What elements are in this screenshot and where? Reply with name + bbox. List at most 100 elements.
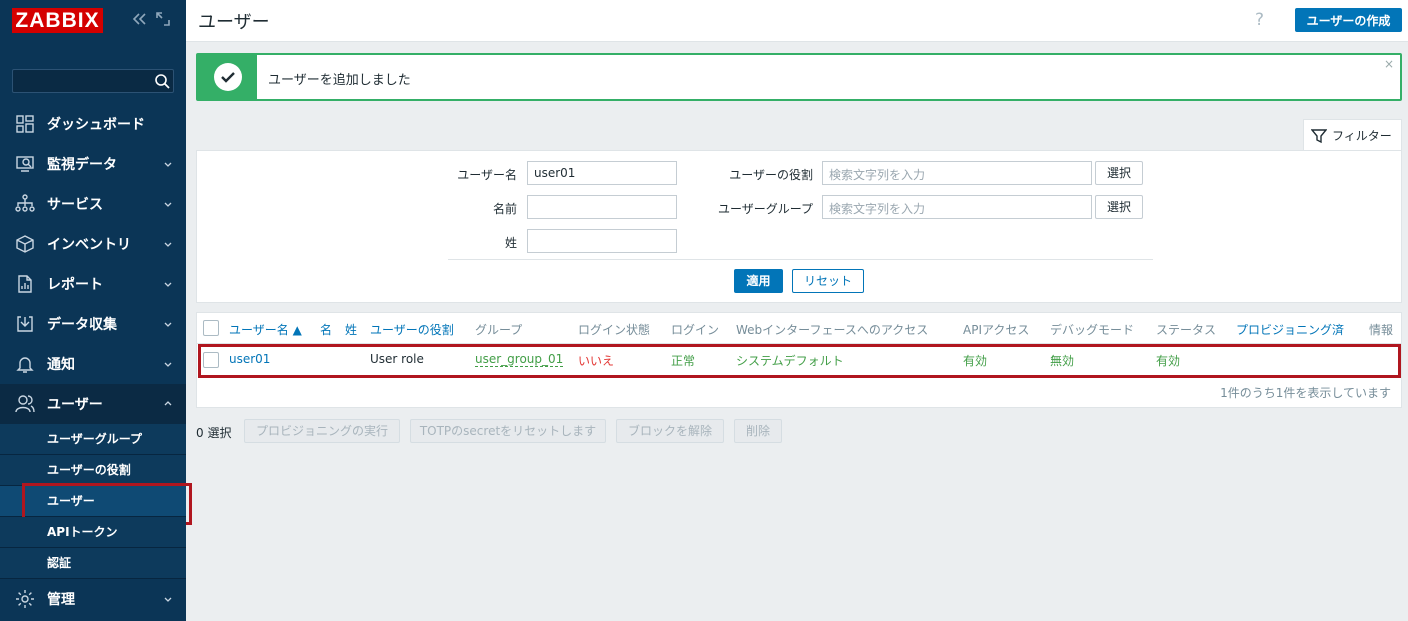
success-message: ユーザーを追加しました ×: [196, 53, 1402, 101]
group-filter-input[interactable]: 検索文字列を入力: [822, 195, 1092, 219]
chevron-down-icon: [164, 362, 172, 367]
menu-item-dashboard[interactable]: ダッシュボード: [0, 104, 186, 144]
chevron-down-icon: [164, 322, 172, 327]
row-checkbox[interactable]: [203, 352, 219, 368]
chevron-down-icon: [164, 282, 172, 287]
collapse-sidebar-icon[interactable]: [130, 10, 148, 28]
provision-button[interactable]: プロビジョニングの実行: [244, 419, 400, 443]
col-api-access: APIアクセス: [963, 323, 1030, 337]
row-debug-mode: 無効: [1050, 354, 1075, 368]
menu-item-reports[interactable]: レポート: [0, 264, 186, 304]
page-title: ユーザー: [198, 12, 270, 33]
delete-button[interactable]: 削除: [734, 419, 782, 443]
surname-label: 姓: [504, 236, 517, 250]
table-footer: 1件のうち1件を表示しています: [1220, 386, 1391, 400]
filter-divider: [448, 259, 1153, 260]
gear-icon: [14, 588, 36, 610]
submenu-item-user-groups[interactable]: ユーザーグループ: [0, 424, 186, 455]
col-role[interactable]: ユーザーの役割: [370, 321, 454, 338]
filter-panel: ユーザー名 user01 名前 姓 ユーザーの役割 検索文字列を入力 選択 ユー…: [196, 150, 1402, 303]
col-username[interactable]: ユーザー名 ▲: [229, 321, 302, 338]
col-provisioned[interactable]: プロビジョニング済: [1236, 321, 1344, 338]
page-header: ユーザー ? ユーザーの作成: [186, 0, 1408, 42]
row-username-link[interactable]: user01: [229, 352, 270, 366]
col-info: 情報: [1369, 323, 1394, 337]
close-icon[interactable]: ×: [1384, 57, 1394, 71]
username-label: ユーザー名: [457, 168, 517, 182]
menu-item-administration[interactable]: 管理: [0, 579, 186, 619]
row-login: 正常: [671, 354, 696, 368]
sidebar: ZABBIX ダッシュボード 監視データ サービス インベントリ レポート デー…: [0, 0, 192, 621]
tab-filter-label: フィルター: [1332, 129, 1392, 143]
surname-filter-input[interactable]: [527, 229, 677, 253]
inventory-icon: [14, 233, 36, 255]
users-table: ユーザー名 ▲ 名 姓 ユーザーの役割 グループ ログイン状態 ログイン Web…: [196, 312, 1402, 408]
menu-item-alerts[interactable]: 通知: [0, 344, 186, 384]
menu-item-label: 監視データ: [47, 157, 117, 173]
services-icon: [14, 193, 36, 215]
menu-item-label: ダッシュボード: [47, 117, 145, 133]
tab-filter[interactable]: フィルター: [1303, 119, 1402, 151]
menu-item-label: ユーザー: [47, 397, 103, 413]
submenu-item-authentication[interactable]: 認証: [0, 548, 186, 579]
success-badge: [198, 55, 257, 99]
reset-totp-button[interactable]: TOTPのsecretをリセットします: [410, 419, 606, 443]
create-user-button[interactable]: ユーザーの作成: [1295, 8, 1402, 32]
col-groups: グループ: [475, 323, 523, 337]
col-frontend-access: Webインターフェースへのアクセス: [736, 323, 929, 337]
col-name[interactable]: 名: [320, 321, 332, 338]
group-select-button[interactable]: 選択: [1095, 195, 1143, 219]
message-text: ユーザーを追加しました: [268, 73, 411, 88]
role-filter-input[interactable]: 検索文字列を入力: [822, 161, 1092, 185]
sidebar-search-input[interactable]: [12, 69, 174, 93]
selected-count: 0 選択: [196, 426, 232, 440]
menu-item-data-collection[interactable]: データ収集: [0, 304, 186, 344]
users-submenu: ユーザーグループ ユーザーの役割 ユーザー APIトークン 認証: [0, 424, 192, 579]
users-icon: [14, 393, 36, 415]
menu-item-label: サービス: [47, 197, 103, 213]
submenu-item-api-tokens[interactable]: APIトークン: [0, 517, 186, 548]
filter-icon: [1311, 128, 1327, 143]
menu-item-monitoring[interactable]: 監視データ: [0, 144, 186, 184]
chevron-down-icon: [164, 162, 172, 167]
submenu-item-user-roles[interactable]: ユーザーの役割: [0, 455, 186, 486]
zabbix-logo[interactable]: ZABBIX: [12, 8, 103, 33]
checkmark-icon: [213, 63, 242, 91]
chevron-up-icon: [164, 401, 172, 406]
menu-item-inventory[interactable]: インベントリ: [0, 224, 186, 264]
menu-item-services[interactable]: サービス: [0, 184, 186, 224]
select-all-checkbox[interactable]: [203, 320, 219, 336]
col-status: ステータス: [1156, 323, 1217, 337]
reset-button[interactable]: リセット: [792, 269, 864, 293]
row-status[interactable]: 有効: [1156, 352, 1180, 369]
help-icon[interactable]: ?: [1255, 10, 1264, 30]
chevron-down-icon: [164, 242, 172, 247]
menu-item-label: インベントリ: [47, 237, 131, 253]
name-filter-input[interactable]: [527, 195, 677, 219]
chevron-down-icon: [164, 202, 172, 207]
chevron-down-icon: [164, 597, 172, 602]
col-surname[interactable]: 姓: [345, 321, 357, 338]
search-icon[interactable]: [154, 73, 170, 89]
row-frontend-access: システムデフォルト: [736, 354, 844, 368]
reports-icon: [14, 273, 36, 295]
row-is-online: いいえ: [578, 354, 615, 368]
submenu-item-users[interactable]: ユーザー: [0, 483, 192, 525]
menu-item-label: 通知: [47, 357, 75, 373]
unblock-button[interactable]: ブロックを解除: [616, 419, 724, 443]
bell-icon: [14, 353, 36, 375]
kiosk-mode-icon[interactable]: [154, 10, 172, 28]
main-menu: ダッシュボード 監視データ サービス インベントリ レポート データ収集 通知 …: [0, 104, 192, 619]
row-groups-link[interactable]: user_group_01: [475, 352, 564, 367]
col-is-online: ログイン状態: [578, 323, 651, 337]
menu-item-label: 管理: [47, 592, 75, 608]
menu-item-users[interactable]: ユーザー: [0, 384, 186, 424]
role-select-button[interactable]: 選択: [1095, 161, 1143, 185]
col-login: ログイン: [671, 323, 720, 337]
apply-button[interactable]: 適用: [734, 269, 783, 293]
row-role: User role: [370, 352, 424, 366]
username-filter-input[interactable]: user01: [527, 161, 677, 185]
monitoring-icon: [14, 153, 36, 175]
menu-item-label: データ収集: [47, 317, 117, 333]
col-debug-mode: デバッグモード: [1050, 323, 1135, 337]
